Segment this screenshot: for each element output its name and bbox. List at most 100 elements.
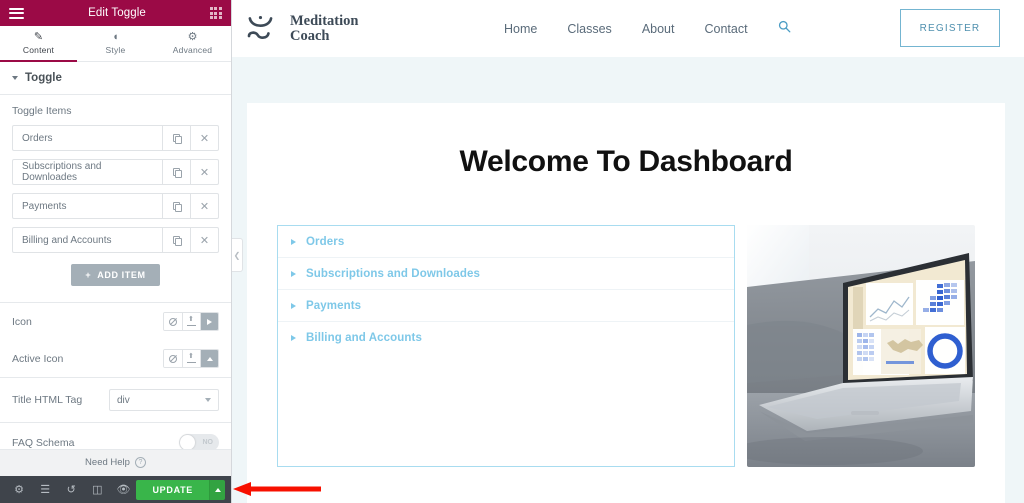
faq-schema-toggle[interactable]: NO	[179, 434, 219, 449]
repeater-row[interactable]: Payments ✕	[12, 193, 219, 219]
toggle-item-payments[interactable]: Payments	[278, 290, 734, 322]
icon-choice-group	[163, 312, 219, 331]
grid-icon[interactable]	[210, 7, 222, 19]
remove-icon[interactable]: ✕	[190, 194, 218, 218]
nav-item-contact[interactable]: Contact	[704, 22, 747, 36]
toggle-item-title: Payments	[306, 300, 361, 312]
repeater-row[interactable]: Subscriptions and Downloades ✕	[12, 159, 219, 185]
active-icon-none-option[interactable]	[164, 350, 182, 367]
register-button[interactable]: REGISTER	[900, 9, 1000, 47]
red-left-arrow-annotation	[225, 481, 325, 497]
brand-line-2: Coach	[290, 29, 358, 44]
site-preview: Meditation Coach Home Classes About Cont…	[232, 0, 1024, 503]
need-help-bar[interactable]: Need Help ?	[0, 449, 231, 476]
layers-icon[interactable]: ☰	[32, 476, 58, 503]
smiling-face-icon	[246, 14, 282, 44]
panel-header: Edit Toggle	[0, 0, 231, 26]
update-group: UPDATE	[136, 480, 225, 500]
site-header: Meditation Coach Home Classes About Cont…	[232, 0, 1024, 57]
caret-right-icon	[207, 319, 212, 325]
icon-arrow-right-option[interactable]	[200, 313, 218, 330]
toggle-item-title: Billing and Accounts	[306, 332, 422, 344]
screen-root: Edit Toggle ✎ Content ◖ Style ⚙ Advanced	[0, 0, 1024, 503]
repeater-item-title: Billing and Accounts	[13, 228, 162, 252]
remove-icon[interactable]: ✕	[190, 126, 218, 150]
faq-schema-row: FAQ Schema NO	[0, 423, 231, 449]
panel-bottom-bar: ⚙ ☰ ↺ ◫ 👁 UPDATE	[0, 476, 231, 503]
active-icon-arrow-up-option[interactable]	[200, 350, 218, 367]
toggle-widget: Orders Subscriptions and Downloades Paym…	[277, 225, 735, 467]
active-icon-choice-group	[163, 349, 219, 368]
repeater-item-title: Orders	[13, 126, 162, 150]
caret-up-icon	[207, 357, 213, 361]
caret-right-icon	[291, 239, 296, 245]
update-dropdown-button[interactable]	[209, 480, 225, 500]
need-help-label: Need Help	[85, 457, 130, 468]
content-columns: Orders Subscriptions and Downloades Paym…	[247, 179, 1005, 467]
remove-icon[interactable]: ✕	[190, 228, 218, 252]
add-item-label: ADD ITEM	[97, 270, 145, 280]
brand-line-1: Meditation	[290, 14, 358, 29]
title-html-tag-row: Title HTML Tag div	[0, 378, 231, 422]
repeater-row[interactable]: Orders ✕	[12, 125, 219, 151]
active-icon-upload-option[interactable]	[182, 350, 200, 367]
caret-up-icon	[215, 488, 221, 492]
add-item-wrap: + ADD ITEM	[12, 261, 219, 298]
elementor-panel: Edit Toggle ✎ Content ◖ Style ⚙ Advanced	[0, 0, 232, 503]
repeater-item-title: Subscriptions and Downloades	[13, 160, 162, 184]
add-item-button[interactable]: + ADD ITEM	[71, 264, 159, 286]
preview-eye-icon[interactable]: 👁	[110, 476, 136, 503]
nav-item-classes[interactable]: Classes	[567, 22, 611, 36]
caret-right-icon	[291, 271, 296, 277]
icon-control-label: Icon	[12, 316, 32, 328]
nav-item-home[interactable]: Home	[504, 22, 537, 36]
tab-style-label: Style	[106, 45, 126, 55]
panel-title: Edit Toggle	[88, 7, 146, 19]
search-icon[interactable]	[778, 20, 791, 38]
plus-icon: +	[85, 270, 91, 280]
duplicate-icon[interactable]	[162, 160, 190, 184]
tab-content[interactable]: ✎ Content	[0, 26, 77, 61]
responsive-icon[interactable]: ◫	[84, 476, 110, 503]
pencil-icon: ✎	[34, 32, 43, 43]
title-html-tag-select[interactable]: div	[109, 389, 219, 411]
site-brand[interactable]: Meditation Coach	[246, 14, 358, 44]
section-toggle-header[interactable]: Toggle	[0, 62, 231, 95]
duplicate-icon[interactable]	[162, 126, 190, 150]
nav-item-about[interactable]: About	[642, 22, 675, 36]
caret-right-icon	[291, 303, 296, 309]
update-button[interactable]: UPDATE	[136, 480, 209, 500]
chevron-down-icon	[12, 76, 18, 80]
history-icon[interactable]: ↺	[58, 476, 84, 503]
brand-text: Meditation Coach	[290, 14, 358, 44]
chevron-left-icon: ❮	[234, 251, 241, 260]
settings-gear-icon[interactable]: ⚙	[6, 476, 32, 503]
faq-schema-value: NO	[203, 439, 214, 446]
page-canvas: Welcome To Dashboard Orders Subscription…	[247, 103, 1005, 503]
site-nav: Home Classes About Contact	[504, 20, 791, 38]
page-title: Welcome To Dashboard	[247, 103, 1005, 179]
panel-body: Toggle Toggle Items Orders ✕ Subscriptio…	[0, 62, 231, 449]
chevron-down-icon	[205, 398, 211, 402]
icon-none-option[interactable]	[164, 313, 182, 330]
tab-advanced[interactable]: ⚙ Advanced	[154, 26, 231, 61]
gear-icon: ⚙	[188, 32, 198, 43]
faq-schema-label: FAQ Schema	[12, 437, 74, 449]
duplicate-icon[interactable]	[162, 194, 190, 218]
toggle-items-label: Toggle Items	[12, 105, 219, 117]
active-icon-control-row: Active Icon	[0, 340, 231, 377]
toggle-item-billing[interactable]: Billing and Accounts	[278, 322, 734, 354]
panel-collapse-handle[interactable]: ❮	[232, 238, 243, 272]
toggle-item-orders[interactable]: Orders	[278, 226, 734, 258]
repeater-item-title: Payments	[13, 194, 162, 218]
toggle-knob	[180, 435, 195, 449]
remove-icon[interactable]: ✕	[190, 160, 218, 184]
title-html-tag-label: Title HTML Tag	[12, 394, 82, 406]
duplicate-icon[interactable]	[162, 228, 190, 252]
repeater-row[interactable]: Billing and Accounts ✕	[12, 227, 219, 253]
icon-upload-option[interactable]	[182, 313, 200, 330]
tab-style[interactable]: ◖ Style	[77, 26, 154, 61]
toggle-item-subscriptions[interactable]: Subscriptions and Downloades	[278, 258, 734, 290]
toggle-item-title: Subscriptions and Downloades	[306, 268, 480, 280]
hamburger-icon[interactable]	[9, 8, 24, 19]
